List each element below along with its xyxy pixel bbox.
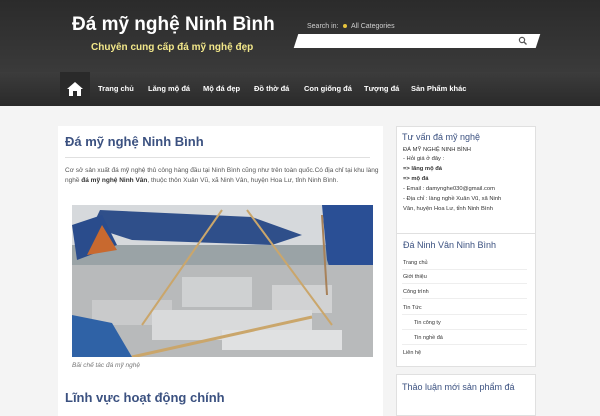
sidebar-separator (402, 329, 527, 330)
section-heading: Lĩnh vực hoạt động chính (65, 390, 225, 405)
widget-tu-van (396, 126, 536, 240)
search-label: Search in: (307, 23, 339, 30)
nav-item-tuong-da[interactable]: Tượng đá (364, 72, 399, 106)
sidebar-separator (402, 344, 527, 345)
nav-item-trang-chu[interactable]: Trang chủ (98, 72, 134, 106)
widget-ninh-van-title: Đá Ninh Vân Ninh Bình (403, 240, 497, 250)
widget-tu-van-address: - Địa chỉ : làng nghề Xuân Vũ, xã Ninh (403, 196, 502, 202)
sidebar-separator (402, 269, 527, 270)
nav-item-mo-da-dep[interactable]: Mộ đá đẹp (203, 72, 240, 106)
category-dropdown[interactable]: All Categories (351, 23, 395, 30)
widget-tu-van-line: ĐÁ MỸ NGHỆ NINH BÌNH (403, 147, 471, 153)
sidebar-separator (402, 283, 527, 284)
nav-home-button[interactable] (60, 72, 90, 106)
widget-thao-luan-title: Thảo luận mới sản phẩm đá (402, 382, 515, 392)
post-intro-link[interactable]: đá mỹ nghệ Ninh Vân (81, 177, 147, 184)
sidebar-link-trang-chu[interactable]: Trang chủ (403, 260, 428, 266)
sidebar-link-cong-trinh[interactable]: Công trình (403, 289, 429, 295)
sidebar-separator (402, 298, 527, 299)
nav-item-con-giong-da[interactable]: Con giống đá (304, 72, 352, 106)
sidebar-link-tin-cong-ty[interactable]: Tin công ty (414, 320, 441, 326)
nav-item-do-tho-da[interactable]: Đồ thờ đá (254, 72, 289, 106)
photo-caption: Bãi chế tác đá mỹ nghệ (72, 362, 140, 369)
category-dot-icon (343, 24, 347, 28)
widget-thao-luan (396, 374, 536, 416)
sidebar-link-lien-he[interactable]: Liên hệ (403, 350, 421, 356)
site-tagline: Chuyên cung cấp đá mỹ nghệ đẹp (91, 42, 254, 53)
search-input[interactable] (300, 35, 505, 47)
sidebar-link-tin-nghe-da[interactable]: Tin nghề đá (414, 335, 443, 341)
widget-tu-van-email: - Email : damynghe030@gmail.com (403, 186, 495, 192)
sidebar-link-tin-tuc[interactable]: Tin Tức (403, 305, 422, 311)
widget-tu-van-line: - Hỏi giá ở đây : (403, 156, 445, 162)
nav-item-san-pham-khac[interactable]: Sản Phẩm khác (411, 72, 466, 106)
widget-tu-van-address: Vân, huyện Hoa Lư, tỉnh Ninh Bình (403, 206, 493, 212)
sidebar-separator (402, 314, 527, 315)
nav-item-lang-mo-da[interactable]: Lăng mộ đá (148, 72, 190, 106)
post-intro-rest: , thuộc thôn Xuân Vũ, xã Ninh Vân, huyện… (147, 177, 339, 184)
stone-workshop-photo (72, 205, 373, 357)
sidebar-link-gioi-thieu[interactable]: Giới thiệu (403, 274, 427, 280)
site-title[interactable]: Đá mỹ nghệ Ninh Bình (72, 14, 275, 36)
title-divider (65, 157, 370, 158)
widget-ninh-van (396, 233, 536, 367)
home-icon (67, 82, 83, 96)
post-title[interactable]: Đá mỹ nghệ Ninh Bình (65, 134, 204, 149)
main-nav (0, 72, 600, 106)
widget-tu-van-title: Tư vấn đá mỹ nghệ (402, 132, 481, 142)
link-lang-mo-da[interactable]: => lăng mộ đá (403, 166, 442, 172)
link-mo-da[interactable]: => mộ đá (403, 176, 428, 182)
post-intro: Cơ sở sản xuất đá mỹ nghệ thủ công hàng … (65, 166, 380, 186)
search-icon[interactable] (518, 36, 528, 46)
